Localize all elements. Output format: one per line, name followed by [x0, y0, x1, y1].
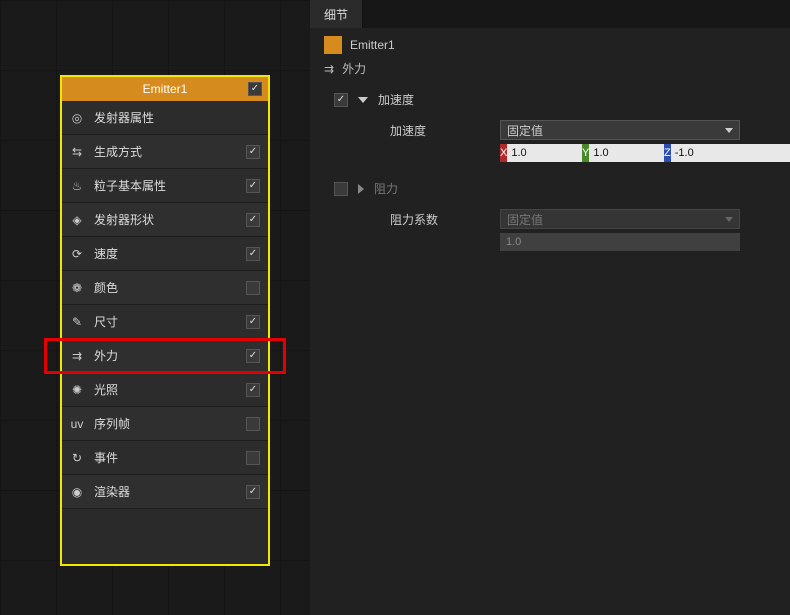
module-row[interactable]: ↻ 事件: [62, 441, 268, 475]
drag-prop-label: 阻力系数: [390, 211, 500, 228]
renderer-icon: ◉: [70, 485, 84, 499]
module-label: 速度: [94, 245, 236, 262]
object-header: Emitter1: [324, 36, 776, 54]
chevron-down-icon[interactable]: [358, 97, 368, 103]
module-row[interactable]: ◈ 发射器形状: [62, 203, 268, 237]
tab-bar: 细节: [310, 0, 790, 28]
drag-title: 阻力: [374, 180, 398, 197]
module-label: 发射器形状: [94, 211, 236, 228]
force-icon: ⇉: [70, 349, 84, 363]
object-name: Emitter1: [350, 38, 395, 52]
module-row[interactable]: ⇆ 生成方式: [62, 135, 268, 169]
z-axis-tag: Z: [664, 144, 671, 162]
accel-enable-checkbox[interactable]: [334, 93, 348, 107]
module-checkbox[interactable]: [246, 383, 260, 397]
force-icon: ⇉: [324, 62, 334, 76]
accel-mode-dropdown[interactable]: 固定值: [500, 120, 740, 140]
drag-mode-dropdown: 固定值: [500, 209, 740, 229]
accel-z-input[interactable]: [671, 144, 790, 162]
chevron-down-icon[interactable]: [358, 184, 364, 194]
module-label: 序列帧: [94, 415, 236, 432]
module-label: 颜色: [94, 279, 236, 296]
module-label: 尺寸: [94, 313, 236, 330]
breadcrumb: ⇉ 外力: [324, 60, 776, 77]
module-checkbox[interactable]: [246, 485, 260, 499]
fire-icon: ♨: [70, 179, 84, 193]
accel-vector-row: X Y Z: [500, 144, 776, 162]
target-icon: ◎: [70, 111, 84, 125]
module-row[interactable]: ⇉ 外力: [62, 339, 268, 373]
module-checkbox[interactable]: [246, 451, 260, 465]
accel-title: 加速度: [378, 91, 414, 108]
module-checkbox[interactable]: [246, 213, 260, 227]
emitter-header-checkbox[interactable]: [248, 82, 262, 96]
module-row[interactable]: ♨ 粒子基本属性: [62, 169, 268, 203]
event-icon: ↻: [70, 451, 84, 465]
emitter-title: Emitter1: [68, 82, 262, 96]
speed-icon: ⟳: [70, 247, 84, 261]
module-label: 外力: [94, 347, 236, 364]
module-label: 生成方式: [94, 143, 236, 160]
light-icon: ✺: [70, 383, 84, 397]
module-label: 渲染器: [94, 483, 236, 500]
accel-prop-label: 加速度: [390, 122, 500, 139]
pin-icon: ◈: [70, 213, 84, 227]
module-label: 光照: [94, 381, 236, 398]
drag-value-input: [500, 233, 740, 251]
emitter-header[interactable]: Emitter1: [62, 77, 268, 101]
object-color-swatch: [324, 36, 342, 54]
module-row[interactable]: ✺ 光照: [62, 373, 268, 407]
breadcrumb-label: 外力: [342, 60, 366, 77]
emitter-panel: Emitter1 ◎ 发射器属性 ⇆ 生成方式 ♨ 粒子基本属性 ◈ 发射器形状 ⟳ 速度 ❁ 颜色 ✎…: [60, 75, 270, 566]
module-checkbox[interactable]: [246, 145, 260, 159]
module-row[interactable]: ✎ 尺寸: [62, 305, 268, 339]
module-label: 发射器属性: [94, 109, 260, 126]
tab-details[interactable]: 细节: [310, 0, 363, 28]
module-checkbox[interactable]: [246, 315, 260, 329]
drag-enable-checkbox[interactable]: [334, 182, 348, 196]
details-panel: 细节 Emitter1 ⇉ 外力 加速度 加速度: [310, 0, 790, 615]
accel-mode-value: 固定值: [507, 122, 543, 139]
module-checkbox[interactable]: [246, 179, 260, 193]
drag-mode-value: 固定值: [507, 211, 543, 228]
module-label: 事件: [94, 449, 236, 466]
module-row[interactable]: ⟳ 速度: [62, 237, 268, 271]
section-acceleration: 加速度 加速度 固定值 X Y: [334, 91, 776, 162]
module-checkbox[interactable]: [246, 417, 260, 431]
y-axis-tag: Y: [582, 144, 589, 162]
module-label: 粒子基本属性: [94, 177, 236, 194]
section-drag: 阻力 阻力系数 固定值: [334, 180, 776, 251]
module-list-region: Emitter1 ◎ 发射器属性 ⇆ 生成方式 ♨ 粒子基本属性 ◈ 发射器形状 ⟳ 速度 ❁ 颜色 ✎…: [0, 0, 310, 615]
module-checkbox[interactable]: [246, 247, 260, 261]
module-row[interactable]: ◉ 渲染器: [62, 475, 268, 509]
uv-icon: uv: [70, 417, 84, 431]
module-row[interactable]: uv 序列帧: [62, 407, 268, 441]
module-row[interactable]: ◎ 发射器属性: [62, 101, 268, 135]
mode-icon: ⇆: [70, 145, 84, 159]
size-icon: ✎: [70, 315, 84, 329]
module-checkbox[interactable]: [246, 349, 260, 363]
color-icon: ❁: [70, 281, 84, 295]
module-checkbox[interactable]: [246, 281, 260, 295]
x-axis-tag: X: [500, 144, 507, 162]
module-row[interactable]: ❁ 颜色: [62, 271, 268, 305]
